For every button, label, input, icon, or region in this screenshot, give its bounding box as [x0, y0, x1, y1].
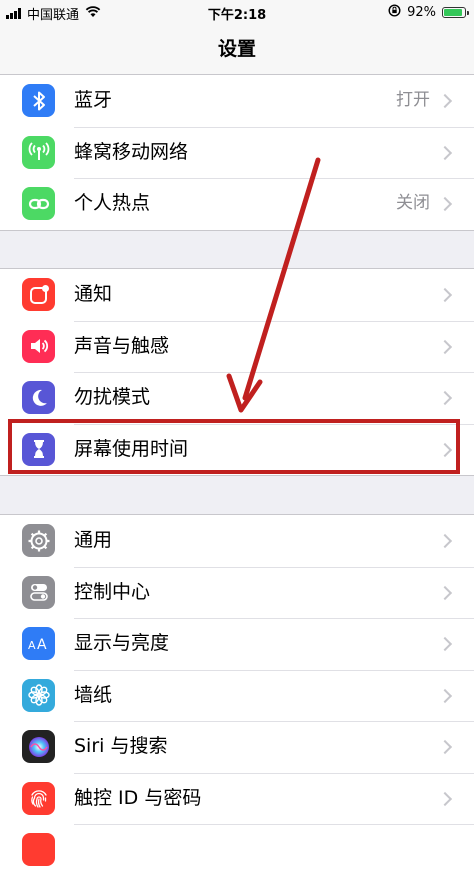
annotation-arrow: [226, 157, 321, 413]
